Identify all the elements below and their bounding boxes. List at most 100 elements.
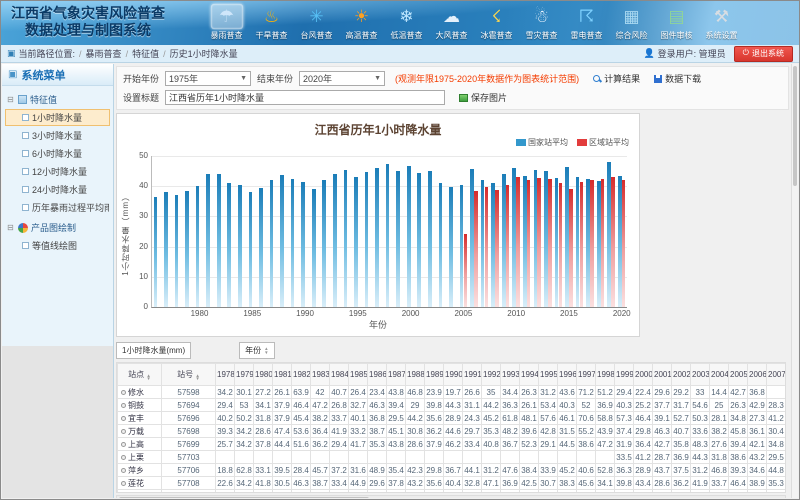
- row-expand-icon[interactable]: [121, 442, 126, 447]
- legend-item[interactable]: 区域站平均: [577, 137, 629, 148]
- collapse-icon[interactable]: ⊟: [7, 223, 15, 232]
- bar-regional-2006: [474, 191, 478, 307]
- document-icon: [22, 132, 29, 139]
- sidebar-item-storm-avg[interactable]: 历年暴雨过程平均雨量: [5, 199, 110, 216]
- year-column-header[interactable]: 1982: [292, 364, 311, 386]
- row-expand-icon[interactable]: [121, 481, 126, 486]
- bar-regional-2018: [601, 179, 605, 307]
- x-tick-label: 2010: [502, 309, 530, 318]
- vertical-scrollbar[interactable]: [791, 64, 798, 498]
- table-row[interactable]: 万载5769839.334.228.647.453.636.441.933.23…: [118, 425, 786, 438]
- start-year-select[interactable]: 1975年▼: [165, 71, 251, 86]
- toolbar-item-drought[interactable]: ♨干旱普查: [249, 4, 294, 41]
- year-column-header[interactable]: 1999: [615, 364, 634, 386]
- value-cell: 22.4: [634, 386, 653, 399]
- calculate-button[interactable]: 计算结果: [593, 72, 640, 85]
- year-column-header[interactable]: 1988: [406, 364, 425, 386]
- year-column-header[interactable]: 1990: [444, 364, 463, 386]
- toolbar-item-rainstorm[interactable]: ☂暴雨普查: [204, 4, 249, 41]
- toolbar-item-high-temp[interactable]: ☀高温普查: [339, 4, 384, 41]
- row-expand-icon[interactable]: [121, 416, 126, 421]
- year-column-header[interactable]: 1991: [463, 364, 482, 386]
- year-column-header[interactable]: 1981: [273, 364, 292, 386]
- toolbar-item-low-temp[interactable]: ❄低温普查: [384, 4, 429, 41]
- year-column-header[interactable]: 1997: [577, 364, 596, 386]
- save-image-button[interactable]: 保存图片: [459, 91, 507, 104]
- toolbar-item-map-review[interactable]: ▤图件审核: [654, 4, 699, 41]
- toolbar-item-risk[interactable]: ▦综合风险: [609, 4, 654, 41]
- table-row[interactable]: 分宜5779323.835.930.242.637.444.831.639.24…: [118, 490, 786, 494]
- table-row[interactable]: 上高5769925.734.237.844.451.636.229.441.73…: [118, 438, 786, 451]
- breadcrumb-item-category[interactable]: 暴雨普查: [86, 47, 122, 60]
- year-sort-control[interactable]: 年份 ▲▼: [239, 342, 274, 359]
- table-horizontal-scrollbar[interactable]: [116, 495, 786, 498]
- sidebar-item-24h[interactable]: 24小时降水量: [5, 181, 110, 198]
- year-column-header[interactable]: 2002: [672, 364, 691, 386]
- year-column-header[interactable]: 1984: [330, 364, 349, 386]
- table-row[interactable]: 宜丰5769640.250.231.837.945.438.233.740.13…: [118, 412, 786, 425]
- year-column-header[interactable]: 1983: [311, 364, 330, 386]
- year-column-header[interactable]: 2005: [729, 364, 748, 386]
- row-expand-icon[interactable]: [121, 455, 126, 460]
- year-column-header[interactable]: 1987: [387, 364, 406, 386]
- sidebar-item-3h[interactable]: 3小时降水量: [5, 127, 110, 144]
- toolbar-item-typhoon[interactable]: ✳台风普查: [294, 4, 339, 41]
- row-expand-icon[interactable]: [121, 403, 126, 408]
- breadcrumb-item-group[interactable]: 特征值: [132, 47, 159, 60]
- year-column-header[interactable]: 2007: [767, 364, 786, 386]
- toolbar-item-settings[interactable]: ⚒系统设置: [699, 4, 744, 41]
- table-row[interactable]: 铜鼓5769429.45334.137.946.447.226.832.746.…: [118, 399, 786, 412]
- year-column-header[interactable]: 1993: [501, 364, 520, 386]
- table-row[interactable]: 修水5759834.230.127.226.163.94240.726.423.…: [118, 386, 786, 399]
- row-expand-icon[interactable]: [121, 390, 126, 395]
- collapse-icon[interactable]: ⊟: [7, 95, 15, 104]
- breadcrumb-item-page[interactable]: 历史1小时降水量: [170, 47, 238, 60]
- row-expand-icon[interactable]: [121, 468, 126, 473]
- year-column-header[interactable]: 1986: [368, 364, 387, 386]
- end-year-select[interactable]: 2020年▼: [299, 71, 385, 86]
- year-column-header[interactable]: 2000: [634, 364, 653, 386]
- column-header[interactable]: 站号 ▲▼: [162, 364, 216, 386]
- station-id-cell: 57696: [162, 412, 216, 425]
- year-column-header[interactable]: 1989: [425, 364, 444, 386]
- year-column-header[interactable]: 1985: [349, 364, 368, 386]
- tree-group-products[interactable]: ⊟产品图绘制: [5, 219, 110, 236]
- legend-item[interactable]: 国家站平均: [516, 137, 568, 148]
- scrollbar-thumb[interactable]: [793, 66, 797, 186]
- value-cell: 38.4: [520, 464, 539, 477]
- tree-group-features[interactable]: ⊟特征值: [5, 91, 110, 108]
- sidebar-item-isoline[interactable]: 等值线绘图: [5, 237, 110, 254]
- year-column-header[interactable]: 2006: [748, 364, 767, 386]
- year-column-header[interactable]: 2001: [653, 364, 672, 386]
- toolbar-item-snow[interactable]: ☃雪灾普查: [519, 4, 564, 41]
- table-row[interactable]: 莲花5770822.634.241.830.546.338.733.444.92…: [118, 477, 786, 490]
- year-column-header[interactable]: 1980: [254, 364, 273, 386]
- sidebar-item-12h[interactable]: 12小时降水量: [5, 163, 110, 180]
- year-column-header[interactable]: 1979: [235, 364, 254, 386]
- download-button[interactable]: 数据下载: [654, 72, 701, 85]
- bar-regional-2009: [506, 185, 510, 307]
- sidebar-item-6h[interactable]: 6小时降水量: [5, 145, 110, 162]
- year-column-header[interactable]: 1978: [216, 364, 235, 386]
- table-row[interactable]: 萍乡5770618.862.833.139.528.445.737.231.64…: [118, 464, 786, 477]
- value-cell: 45.1: [387, 425, 406, 438]
- year-column-header[interactable]: 1994: [520, 364, 539, 386]
- year-column-header[interactable]: 1995: [539, 364, 558, 386]
- value-cell: 34.7: [520, 490, 539, 494]
- column-header[interactable]: 站点 ▲▼: [118, 364, 162, 386]
- value-cell: 28.1: [710, 412, 729, 425]
- year-column-header[interactable]: 1996: [558, 364, 577, 386]
- table-row[interactable]: 上栗5770333.541.228.736.944.331.838.643.22…: [118, 451, 786, 464]
- row-expand-icon[interactable]: [121, 429, 126, 434]
- sidebar-item-1h[interactable]: 1小时降水量: [5, 109, 110, 126]
- toolbar-item-hail[interactable]: ☇冰雹普查: [474, 4, 519, 41]
- year-column-header[interactable]: 2004: [710, 364, 729, 386]
- toolbar-item-gale[interactable]: ☁大风普查: [429, 4, 474, 41]
- toolbar-item-thunder[interactable]: ☈雷电普查: [564, 4, 609, 41]
- chart-title-input[interactable]: [165, 90, 445, 105]
- logout-button[interactable]: ⏻ 退出系统: [734, 46, 793, 62]
- scrollbar-thumb[interactable]: [119, 497, 369, 498]
- year-column-header[interactable]: 1992: [482, 364, 501, 386]
- year-column-header[interactable]: 1998: [596, 364, 615, 386]
- year-column-header[interactable]: 2003: [691, 364, 710, 386]
